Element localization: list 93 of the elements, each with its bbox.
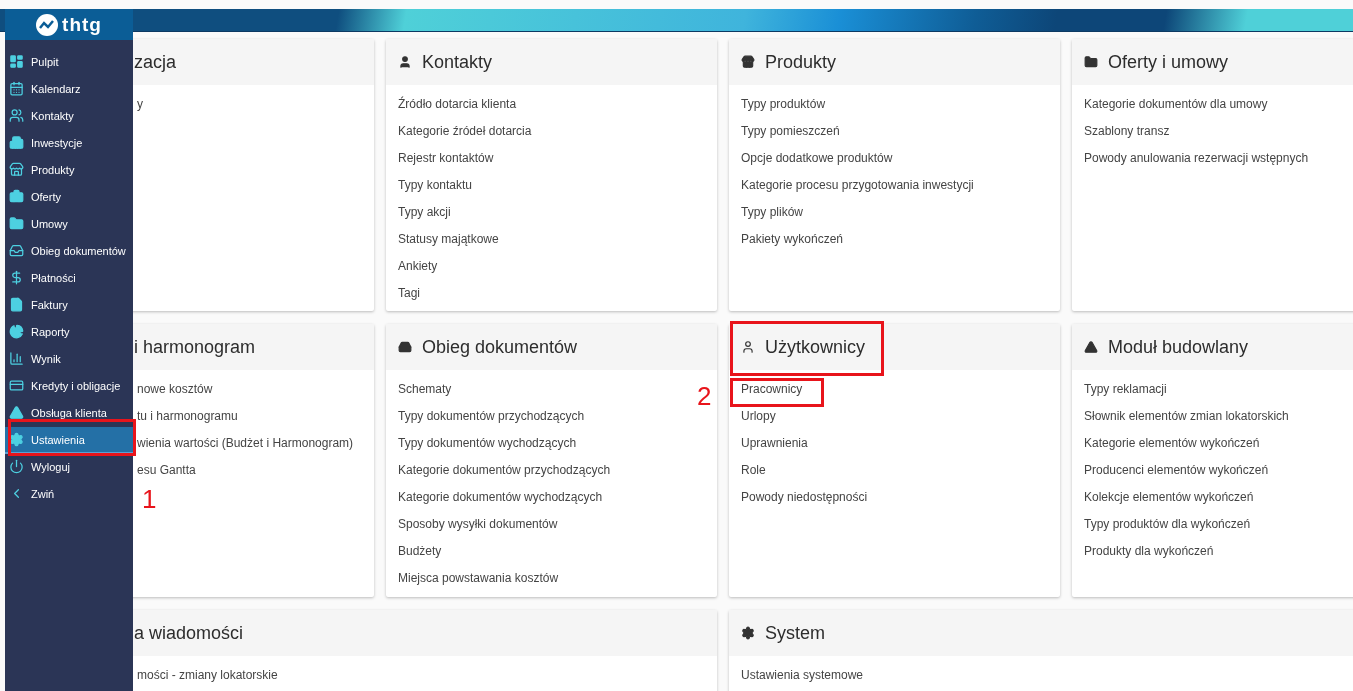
settings-link[interactable]: Schematy: [398, 376, 452, 403]
sidebar-item[interactable]: Obsługa klienta: [5, 400, 133, 427]
sidebar-item[interactable]: Produkty: [5, 157, 133, 184]
annotation-number: 1: [142, 486, 157, 512]
settings-link[interactable]: y: [137, 91, 143, 118]
settings-link[interactable]: mości - zmiany lokatorskie: [137, 662, 278, 689]
card-title: Oferty i umowy: [1108, 51, 1229, 73]
settings-link[interactable]: Uprawnienia: [741, 430, 808, 457]
logo-text: thtg: [62, 13, 102, 36]
settings-link[interactable]: Typy akcji: [398, 199, 451, 226]
settings-link[interactable]: Typy kontaktu: [398, 172, 473, 199]
card-icon: [9, 378, 24, 393]
dollar-icon: [9, 270, 24, 285]
folder-icon: [9, 216, 24, 231]
card-title: a wiadomości: [134, 622, 244, 644]
settings-link[interactable]: Kategorie elementów wykończeń: [1084, 430, 1260, 457]
settings-link[interactable]: Produkty dla wykończeń: [1084, 538, 1214, 565]
person-icon: [741, 340, 755, 354]
document-icon: [9, 297, 24, 312]
warning-icon: [1084, 340, 1098, 354]
bar-chart-icon: [9, 351, 24, 366]
settings-link[interactable]: Opcje dodatkowe produktów: [741, 145, 893, 172]
settings-link[interactable]: Powody anulowania rezerwacji wstępnych: [1084, 145, 1309, 172]
sidebar-item[interactable]: Inwestycje: [5, 130, 133, 157]
settings-link[interactable]: Kategorie źródeł dotarcia: [398, 118, 532, 145]
annotation-number: 2: [697, 383, 712, 409]
settings-link[interactable]: Typy dokumentów wychodzących: [398, 430, 577, 457]
settings-link[interactable]: Typy reklamacji: [1084, 376, 1167, 403]
settings-link[interactable]: Powody niedostępności: [741, 484, 868, 511]
settings-link[interactable]: Producenci elementów wykończeń: [1084, 457, 1269, 484]
settings-link[interactable]: Budżety: [398, 538, 442, 565]
sidebar-item[interactable]: Zwiń: [5, 481, 133, 508]
card-title: Obieg dokumentów: [422, 336, 578, 358]
briefcase-icon: [9, 189, 24, 204]
card-title: System: [765, 622, 825, 644]
settings-link[interactable]: Szablony transz: [1084, 118, 1170, 145]
sidebar-item[interactable]: Umowy: [5, 211, 133, 238]
settings-link[interactable]: Kategorie dokumentów wychodzących: [398, 484, 603, 511]
sidebar-item[interactable]: Wyloguj: [5, 454, 133, 481]
folder-icon: [1084, 55, 1098, 69]
sidebar-item[interactable]: Raporty: [5, 319, 133, 346]
card-title: Moduł budowlany: [1108, 336, 1249, 358]
settings-link[interactable]: Rejestr kontaktów: [398, 145, 494, 172]
settings-link[interactable]: Pakiety wykończeń: [741, 226, 844, 253]
settings-icon: [741, 626, 755, 640]
settings-link[interactable]: Typy pomieszczeń: [741, 118, 840, 145]
settings-link[interactable]: Sposoby wysyłki dokumentów: [398, 511, 558, 538]
card-title: zacja: [134, 51, 177, 73]
settings-link[interactable]: Tagi: [398, 280, 420, 307]
card-title: Kontakty: [422, 51, 493, 73]
sidebar-item[interactable]: Wynik: [5, 346, 133, 373]
sidebar-item[interactable]: Płatności: [5, 265, 133, 292]
card-title: Produkty: [765, 51, 837, 73]
settings-link[interactable]: Kategorie procesu przygotowania inwestycji: [741, 172, 974, 199]
card-title: Użytkownicy: [765, 336, 866, 358]
logo-icon: [36, 13, 59, 36]
settings-link[interactable]: Ankiety: [398, 253, 438, 280]
sidebar-item[interactable]: Faktury: [5, 292, 133, 319]
people-icon: [9, 108, 24, 123]
card-title: i harmonogram: [134, 336, 256, 358]
calendar-icon: [9, 81, 24, 96]
settings-link[interactable]: wienia wartości (Budżet i Harmonogram): [137, 430, 354, 457]
settings-link[interactable]: Miejsca powstawania kosztów: [398, 565, 559, 592]
settings-link[interactable]: tu i harmonogramu: [137, 403, 238, 430]
settings-link[interactable]: Źródło dotarcia klienta: [398, 91, 517, 118]
settings-link[interactable]: Typy plików: [741, 199, 804, 226]
settings-link[interactable]: nowe kosztów: [137, 376, 213, 403]
sidebar-item[interactable]: Pulpit: [5, 49, 133, 76]
warning-icon: [9, 405, 24, 420]
settings-link[interactable]: Ustawienia systemowe: [741, 662, 864, 689]
settings-link[interactable]: Typy produktów dla wykończeń: [1084, 511, 1251, 538]
settings-link[interactable]: Pracownicy: [741, 376, 803, 403]
settings-link[interactable]: Typy dokumentów przychodzących: [398, 403, 585, 430]
settings-link[interactable]: Statusy majątkowe: [398, 226, 499, 253]
pie-chart-icon: [9, 324, 24, 339]
person-icon: [398, 55, 412, 69]
sidebar-item[interactable]: Kalendarz: [5, 76, 133, 103]
settings-link[interactable]: Kolekcje elementów wykończeń: [1084, 484, 1254, 511]
settings-link[interactable]: esu Gantta: [137, 457, 196, 484]
settings-link[interactable]: Kategorie dokumentów przychodzących: [398, 457, 611, 484]
settings-icon: [9, 432, 24, 447]
settings-link[interactable]: Słownik elementów zmian lokatorskich: [1084, 403, 1289, 430]
sidebar-item[interactable]: Ustawienia: [5, 427, 133, 454]
settings-link[interactable]: Kategorie dokumentów dla umowy: [1084, 91, 1268, 118]
settings-link[interactable]: Typy produktów: [741, 91, 826, 118]
settings-link[interactable]: Role: [741, 457, 766, 484]
power-icon: [9, 459, 24, 474]
sidebar-item[interactable]: Kredyty i obligacje: [5, 373, 133, 400]
sidebar-item[interactable]: Oferty: [5, 184, 133, 211]
settings-link[interactable]: Urlopy: [741, 403, 776, 430]
sidebar-item[interactable]: Kontakty: [5, 103, 133, 130]
sidebar-item[interactable]: Obieg dokumentów: [5, 238, 133, 265]
dashboard-icon: [9, 54, 24, 69]
